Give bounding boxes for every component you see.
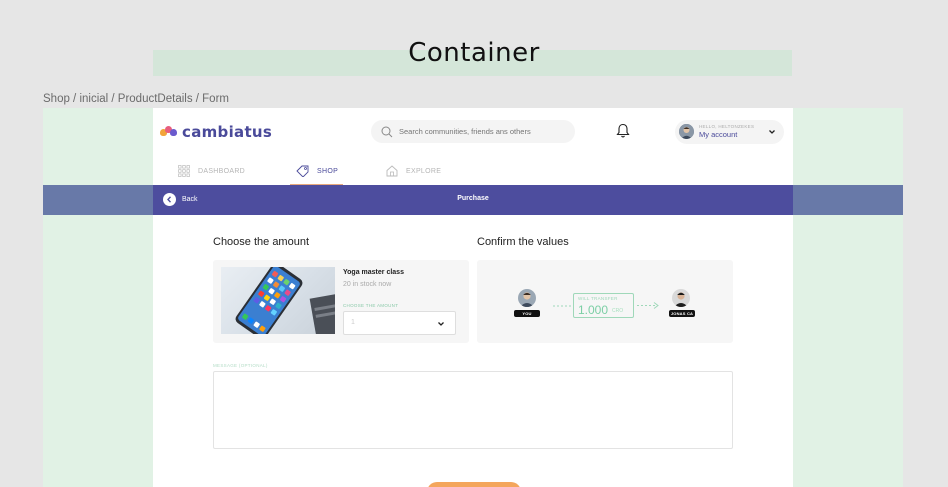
choose-amount-heading: Choose the amount [213,236,310,248]
tab-shop[interactable]: SHOP [296,156,338,186]
chevron-down-icon [438,322,444,326]
search-input[interactable] [399,127,569,136]
search-icon [381,126,393,137]
tab-dashboard-label: DASHBOARD [198,167,246,175]
tab-dashboard[interactable]: DASHBOARD [178,156,245,186]
product-image [221,267,335,334]
amount-select[interactable]: 1 [343,311,456,335]
avatar [679,124,694,139]
message-label: MESSAGE (OPTIONAL) [213,363,268,368]
tag-icon [296,165,309,177]
tab-explore-label: EXPLORE [406,167,442,175]
transfer-amount-box: WILL TRANSFER 1.000 CRO [573,293,634,318]
tab-shop-label: SHOP [317,167,339,175]
cambiatus-logo[interactable]: cambiatus [160,123,272,141]
product-card: Yoga master class 20 in stock now CHOOSE… [213,260,469,343]
frame-title: Container [408,38,540,68]
dashed-line-left [553,305,573,307]
confirm-purchase-button[interactable] [427,482,521,487]
tab-explore[interactable]: EXPLORE [386,156,441,186]
purchase-title: Purchase [457,195,489,202]
product-stock: 20 in stock now [343,281,392,288]
transfer-label: WILL TRANSFER [578,296,618,301]
logo-mark-icon [160,126,177,138]
main-nav: DASHBOARD SHOP EXPLORE [153,156,793,186]
amount-select-value: 1 [351,319,355,326]
breadcrumb: Shop / inicial / ProductDetails / Form [43,93,229,105]
transfer-unit: CRO [612,308,624,314]
product-title: Yoga master class [343,269,404,276]
account-label: My account [699,130,738,139]
bell-icon[interactable] [616,123,630,139]
home-icon [386,165,398,177]
page-container: cambiatus HELLO, HELTONZEKES My account [153,108,793,487]
choose-amount-label: CHOOSE THE AMOUNT [343,303,399,308]
account-greeting: HELLO, HELTONZEKES [699,124,755,129]
recipient-tag: JONAS CA [669,310,695,317]
sender-avatar [518,289,536,307]
account-menu[interactable]: HELLO, HELTONZEKES My account [675,120,784,144]
confirm-values-heading: Confirm the values [477,236,569,248]
grid-icon [178,165,190,177]
transfer-value: 1.000 [578,303,609,317]
chevron-down-icon [769,130,775,134]
recipient-avatar [672,289,690,307]
sender-tag: YOU [514,310,540,317]
logo-text: cambiatus [182,123,273,141]
purchase-bar: Back Purchase [153,185,793,215]
search-bar[interactable] [371,120,575,143]
message-input[interactable] [213,371,733,449]
confirm-card: YOU WILL TRANSFER 1.000 CRO JONAS CA [477,260,733,343]
arrow-right-icon [637,302,659,309]
